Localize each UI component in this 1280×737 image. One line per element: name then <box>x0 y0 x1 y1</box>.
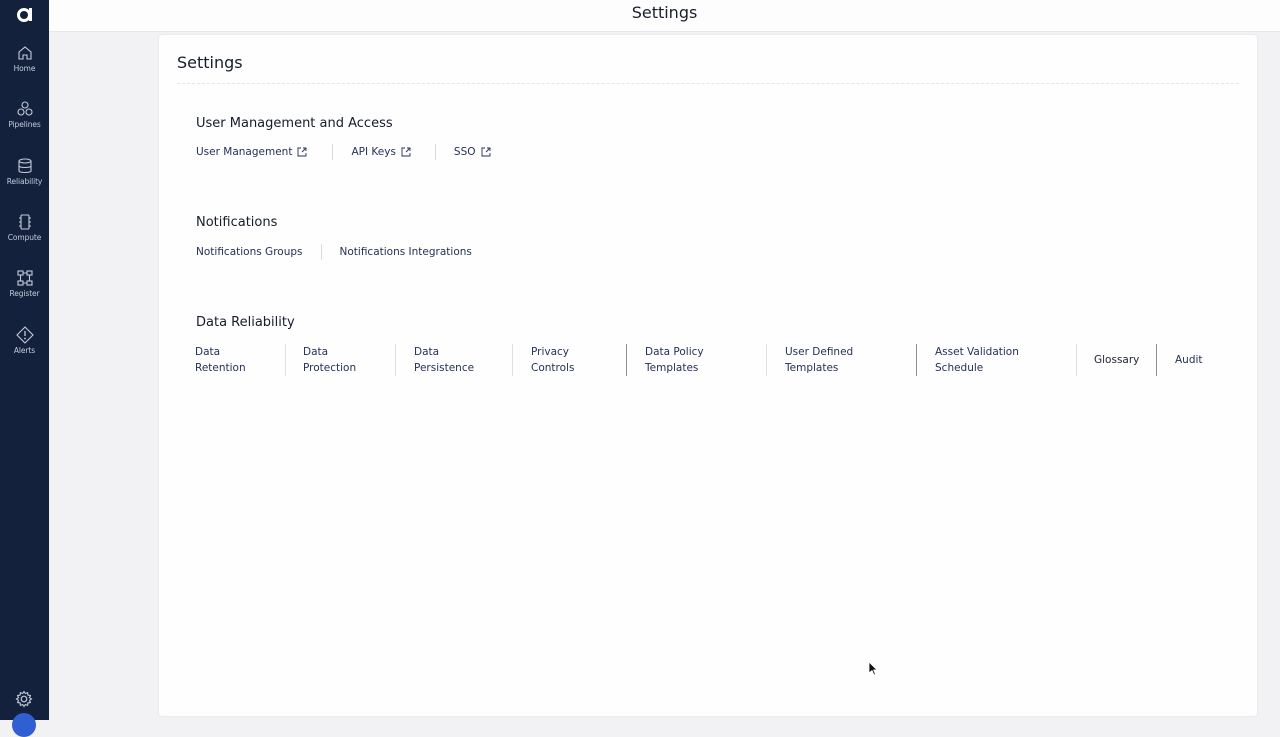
link-line2: Templates <box>785 362 839 374</box>
sidebar-item-reliability[interactable]: Reliability <box>0 157 49 197</box>
user-access-links: User Management API Keys SSO <box>196 143 491 161</box>
register-icon <box>16 270 33 286</box>
sidebar-item-label: Home <box>13 64 36 73</box>
link-separator <box>320 244 322 260</box>
audit-link[interactable]: Audit <box>1175 352 1203 368</box>
avatar[interactable] <box>12 713 36 737</box>
external-link-icon <box>481 147 490 157</box>
sidebar-item-label: Alerts <box>13 346 36 355</box>
gear-icon[interactable] <box>15 690 33 708</box>
data-persistence-link[interactable]: Data Persistence <box>414 344 474 376</box>
reliability-icon <box>17 158 32 174</box>
section-title-notifications: Notifications <box>196 215 278 230</box>
notifications-integrations-link[interactable]: Notifications Integrations <box>340 246 472 258</box>
sidebar-item-compute[interactable]: Compute <box>0 213 49 253</box>
link-separator <box>512 344 513 376</box>
sidebar-item-label: Pipelines <box>8 120 41 129</box>
link-line1: Asset Validation <box>935 346 1019 358</box>
api-keys-link[interactable]: API Keys <box>351 146 411 158</box>
sidebar: Home Pipelines Reliability Compute Regis… <box>0 0 49 737</box>
sidebar-item-label: Compute <box>7 233 42 242</box>
sidebar-item-label: Reliability <box>6 177 43 186</box>
mouse-cursor-icon <box>868 661 878 676</box>
page-header-title: Settings <box>631 3 698 22</box>
sidebar-item-alerts[interactable]: Alerts <box>0 326 49 366</box>
app-logo[interactable] <box>0 0 49 28</box>
section-title-user-access: User Management and Access <box>196 116 393 131</box>
link-separator <box>332 144 334 160</box>
sidebar-item-pipelines[interactable]: Pipelines <box>0 100 49 140</box>
link-line1: Data <box>195 346 221 358</box>
page-title: Settings <box>177 53 243 72</box>
user-defined-templates-link[interactable]: User Defined Templates <box>785 344 853 376</box>
link-separator <box>626 344 627 376</box>
link-line2: Controls <box>531 362 575 374</box>
section-title-data-reliability: Data Reliability <box>196 315 295 330</box>
glossary-link[interactable]: Glossary <box>1094 352 1139 368</box>
external-link-icon <box>401 147 411 157</box>
link-line1: User Defined <box>785 346 854 358</box>
link-separator <box>395 344 396 376</box>
settings-card: Settings User Management and Access User… <box>159 35 1257 716</box>
link-line2: Persistence <box>414 362 475 374</box>
link-line2: Retention <box>195 362 246 374</box>
link-separator <box>285 344 286 376</box>
sidebar-item-label: Register <box>9 289 40 298</box>
compute-icon <box>18 214 31 230</box>
link-line1: Privacy <box>531 346 570 358</box>
sidebar-item-home[interactable]: Home <box>0 44 49 84</box>
link-label: User Management <box>196 146 293 158</box>
divider <box>177 83 1239 84</box>
data-retention-link[interactable]: Data Retention <box>195 344 246 376</box>
link-label: SSO <box>453 146 476 158</box>
asset-validation-schedule-link[interactable]: Asset Validation Schedule <box>935 344 1019 376</box>
home-icon <box>17 46 32 60</box>
user-management-link[interactable]: User Management <box>196 146 307 158</box>
link-label: Notifications Integrations <box>339 246 472 258</box>
privacy-controls-link[interactable]: Privacy Controls <box>531 344 574 376</box>
link-separator <box>1076 344 1077 376</box>
link-separator <box>766 344 767 376</box>
link-line1: Data Policy <box>645 346 704 358</box>
sso-link[interactable]: SSO <box>454 146 491 158</box>
link-line1: Audit <box>1175 354 1203 366</box>
link-separator <box>434 144 436 160</box>
link-label: Notifications Groups <box>196 246 303 258</box>
link-line2: Schedule <box>935 362 984 374</box>
sidebar-item-register[interactable]: Register <box>0 269 49 309</box>
link-line1: Data <box>414 346 440 358</box>
link-line1: Glossary <box>1094 354 1140 366</box>
link-line2: Protection <box>303 362 357 374</box>
data-policy-templates-link[interactable]: Data Policy Templates <box>645 344 704 376</box>
notifications-links: Notifications Groups Notifications Integ… <box>196 243 472 261</box>
data-protection-link[interactable]: Data Protection <box>303 344 356 376</box>
logo-icon <box>16 8 32 22</box>
alerts-icon <box>15 326 34 344</box>
link-separator <box>1156 344 1157 376</box>
external-link-icon <box>298 147 307 157</box>
top-bar: Settings <box>49 0 1280 32</box>
link-line1: Data <box>303 346 329 358</box>
link-separator <box>916 344 917 376</box>
pipelines-icon <box>16 101 33 116</box>
link-line2: Templates <box>645 362 699 374</box>
link-label: API Keys <box>351 146 396 158</box>
notifications-groups-link[interactable]: Notifications Groups <box>196 246 303 258</box>
